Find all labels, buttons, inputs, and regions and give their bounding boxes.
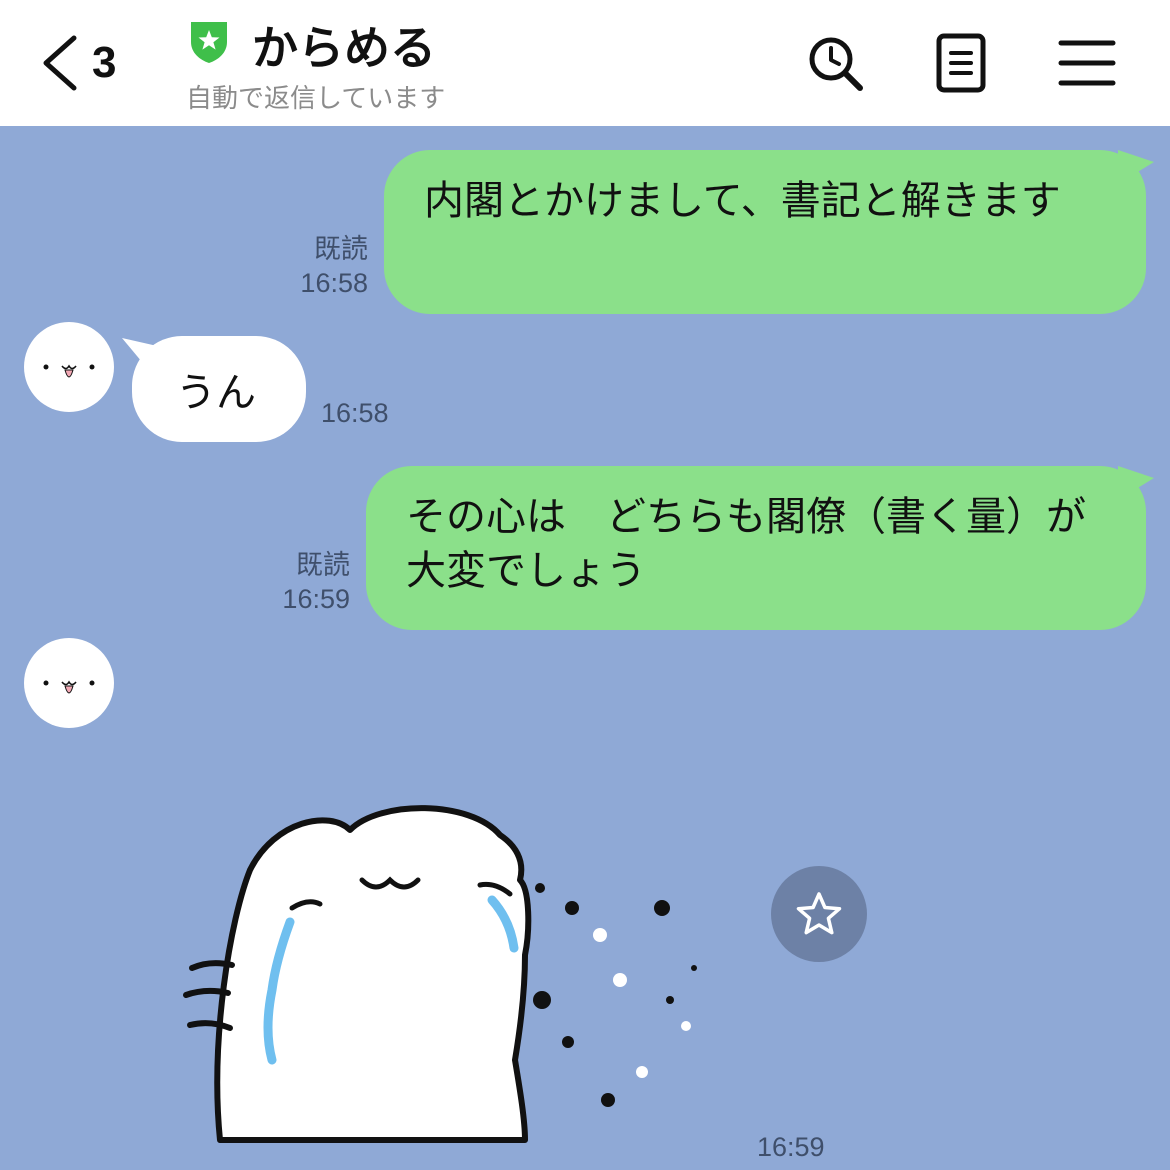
message-meta: 既読 16:59 <box>232 548 350 616</box>
crying-cat-sticker[interactable] <box>180 790 740 1160</box>
message-text: その心は どちらも閣僚（書く量）が大変でしょう <box>406 494 1086 594</box>
avatar[interactable] <box>24 638 114 728</box>
menu-icon <box>1058 40 1116 86</box>
sent-message[interactable]: 内閣とかけまして、書記と解きます <box>384 150 1146 314</box>
unread-count: 3 <box>92 38 117 87</box>
message-meta: 既読 16:58 <box>250 232 368 300</box>
notes-button[interactable] <box>926 28 996 98</box>
favorite-sticker-button[interactable] <box>771 866 867 962</box>
search-history-icon <box>809 37 863 91</box>
verified-shield-icon <box>191 22 227 63</box>
read-receipt: 既読 <box>296 550 350 580</box>
message-text: 内閣とかけまして、書記と解きます <box>424 178 1061 224</box>
message-time: 16:58 <box>321 398 389 428</box>
search-button[interactable] <box>800 28 870 98</box>
message-time: 16:59 <box>282 584 350 614</box>
received-message[interactable]: うん <box>132 336 306 442</box>
read-receipt: 既読 <box>314 234 368 264</box>
chevron-left-icon <box>43 35 77 91</box>
chat-title: からめる <box>252 21 436 75</box>
face-icon <box>43 364 95 378</box>
chat-header: 3 からめる 自動で返信しています <box>0 0 1170 126</box>
message-time: 16:58 <box>300 268 368 298</box>
notes-icon <box>936 33 986 93</box>
star-icon <box>796 892 842 935</box>
message-time: 16:59 <box>757 1132 825 1162</box>
message-text: うん <box>176 370 256 416</box>
menu-button[interactable] <box>1052 28 1122 98</box>
face-icon <box>43 680 95 694</box>
avatar[interactable] <box>24 322 114 412</box>
sent-message[interactable]: その心は どちらも閣僚（書く量）が大変でしょう <box>366 466 1146 630</box>
back-button[interactable]: 3 <box>38 28 138 98</box>
auto-reply-status: 自動で返信しています <box>186 84 446 114</box>
